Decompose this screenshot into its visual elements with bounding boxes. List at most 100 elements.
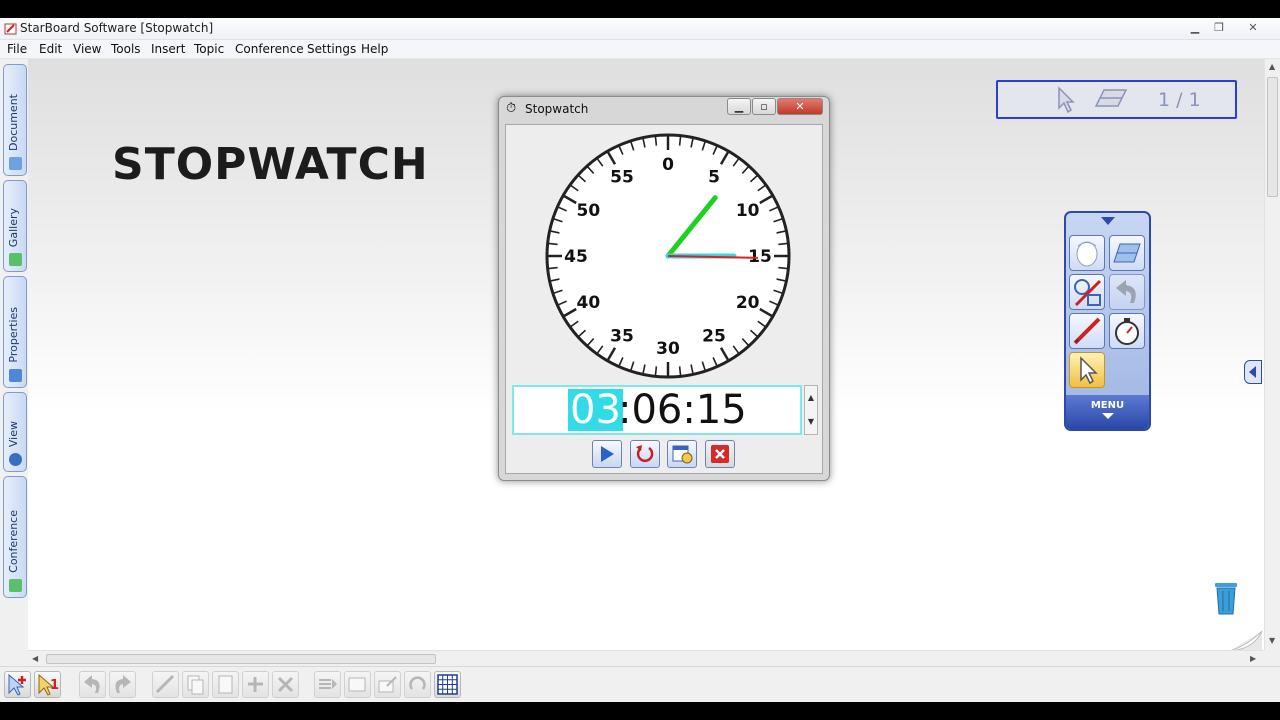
sidebar-tab-label: Conference xyxy=(7,510,20,573)
copy-button[interactable] xyxy=(182,671,209,698)
stopwatch-close-button[interactable]: ✕ xyxy=(777,98,823,115)
dial-minor-tick xyxy=(678,366,682,376)
restore-button[interactable]: ❐ xyxy=(1208,20,1230,36)
reset-button[interactable] xyxy=(630,440,660,468)
add-icon xyxy=(248,677,263,692)
dial-number: 25 xyxy=(702,327,726,347)
menu-settings[interactable]: Settings xyxy=(307,42,356,56)
shape-tool-button[interactable] xyxy=(1069,274,1105,310)
sidebar-tab-properties[interactable]: Properties xyxy=(3,276,27,388)
delete-button[interactable] xyxy=(272,671,299,698)
menu-conference[interactable]: Conference xyxy=(235,42,304,56)
export-icon xyxy=(378,676,397,693)
scroll-up-arrow-icon[interactable]: ▲ xyxy=(1269,62,1275,71)
sidebar-tab-view[interactable]: View xyxy=(3,392,27,472)
whiteboard-canvas[interactable]: STOPWATCH 1 / 1 MENU ⏱ Stopwatch ▁ ▫ ✕ 0… xyxy=(28,59,1264,651)
scroll-left-arrow-icon[interactable]: ◀ xyxy=(32,654,38,663)
grid-button[interactable] xyxy=(434,671,461,698)
horizontal-scrollbar[interactable]: ◀ ▶ xyxy=(28,650,1264,666)
menu-topic[interactable]: Topic xyxy=(194,42,224,56)
menu-help[interactable]: Help xyxy=(361,42,388,56)
page-navigator: 1 / 1 xyxy=(996,80,1237,119)
panel-expand-button[interactable] xyxy=(1244,360,1262,384)
send-button[interactable] xyxy=(314,671,341,698)
collapse-arrow-icon[interactable] xyxy=(1100,216,1116,226)
settings-button[interactable] xyxy=(667,440,697,468)
horizontal-scroll-thumb[interactable] xyxy=(46,654,436,664)
paste-icon xyxy=(218,675,233,694)
sidebar-tab-document[interactable]: Document xyxy=(3,64,27,176)
undo-tool-button[interactable] xyxy=(1109,274,1145,310)
add-object-button[interactable] xyxy=(242,671,269,698)
new-page-button[interactable] xyxy=(4,671,31,698)
rotate-button[interactable] xyxy=(404,671,431,698)
frame-button[interactable] xyxy=(344,671,371,698)
copy-icon xyxy=(187,675,204,695)
dial-number: 0 xyxy=(662,155,674,175)
send-icon xyxy=(319,679,337,689)
time-spinner[interactable]: ▲ ▼ xyxy=(804,385,818,435)
sidebar-tab-label: Gallery xyxy=(7,207,20,247)
rotate-icon xyxy=(409,676,426,690)
stopwatch-maximize-button[interactable]: ▫ xyxy=(752,98,776,115)
menu-insert[interactable]: Insert xyxy=(151,42,185,56)
dial-number: 10 xyxy=(736,201,760,221)
new-page-icon xyxy=(8,673,26,696)
close-button[interactable]: ✕ xyxy=(1242,20,1264,36)
dial-number: 30 xyxy=(656,339,680,359)
palette-menu-button[interactable]: MENU xyxy=(1066,395,1149,429)
conference-icon xyxy=(9,579,22,592)
spin-up-arrow-icon[interactable]: ▲ xyxy=(805,386,817,410)
stopwatch-body: 0 5 10 15 20 25 30 35 40 45 50 55 03 :06:15 ▲ ▼ xyxy=(505,124,823,474)
dial-number: 35 xyxy=(610,327,634,347)
pen-tool-button[interactable] xyxy=(1069,313,1105,349)
app-window: StarBoard Software [Stopwatch] ▁ ❐ ✕ Fil… xyxy=(0,18,1280,702)
page-select-button[interactable]: 1 xyxy=(34,671,61,698)
menu-bar: File Edit View Tools Insert Topic Confer… xyxy=(0,40,1280,59)
close-stopwatch-button[interactable] xyxy=(705,440,735,468)
minimize-button[interactable]: ▁ xyxy=(1184,20,1206,36)
stopwatch-icon xyxy=(1115,318,1139,345)
eraser-icon[interactable] xyxy=(1094,88,1128,110)
dial-minor-tick xyxy=(654,366,658,376)
sidebar-tab-conference[interactable]: Conference xyxy=(3,476,27,598)
vertical-scrollbar[interactable]: ▲ ▼ xyxy=(1264,59,1280,650)
mouse-tool-button[interactable] xyxy=(1069,235,1105,271)
page-curl-icon[interactable] xyxy=(1228,629,1264,651)
menu-tools[interactable]: Tools xyxy=(111,42,141,56)
eraser-tool-button[interactable] xyxy=(1109,235,1145,271)
time-display[interactable]: 03 :06:15 xyxy=(512,385,802,435)
menu-file[interactable]: File xyxy=(7,42,27,56)
window-title: StarBoard Software [Stopwatch] xyxy=(20,21,214,35)
select-tool-button[interactable] xyxy=(1069,352,1105,388)
paste-button[interactable] xyxy=(212,671,239,698)
sidebar-tab-gallery[interactable]: Gallery xyxy=(3,180,27,272)
scroll-right-arrow-icon[interactable]: ▶ xyxy=(1250,654,1256,663)
dial-minor-tick xyxy=(678,136,682,146)
start-button[interactable] xyxy=(592,440,622,468)
hours-field[interactable]: 03 xyxy=(568,389,623,431)
redo-button[interactable] xyxy=(109,671,136,698)
tool-palette: MENU xyxy=(1064,211,1151,431)
spin-down-arrow-icon[interactable]: ▼ xyxy=(805,410,817,434)
stopwatch-minimize-button[interactable]: ▁ xyxy=(727,98,751,115)
trash-bin-icon[interactable] xyxy=(1214,580,1238,616)
minutes-seconds-field[interactable]: :06:15 xyxy=(618,389,747,431)
vertical-scroll-thumb[interactable] xyxy=(1267,77,1278,197)
dial-number: 45 xyxy=(564,247,588,267)
undo-button[interactable] xyxy=(79,671,106,698)
edit-button[interactable] xyxy=(152,671,179,698)
stopwatch-title: Stopwatch xyxy=(525,102,589,116)
pointer-icon[interactable] xyxy=(1056,86,1076,114)
left-arrow-icon xyxy=(1249,366,1256,378)
menu-view[interactable]: View xyxy=(73,42,101,56)
magnifier-icon xyxy=(9,453,22,466)
stopwatch-tool-button[interactable] xyxy=(1109,313,1145,349)
dial-number: 55 xyxy=(610,167,634,187)
gallery-icon xyxy=(9,253,22,266)
scroll-down-arrow-icon[interactable]: ▼ xyxy=(1269,636,1275,645)
menu-edit[interactable]: Edit xyxy=(39,42,62,56)
dial-minor-tick xyxy=(548,242,558,246)
export-button[interactable] xyxy=(374,671,401,698)
redo-icon xyxy=(115,675,131,693)
